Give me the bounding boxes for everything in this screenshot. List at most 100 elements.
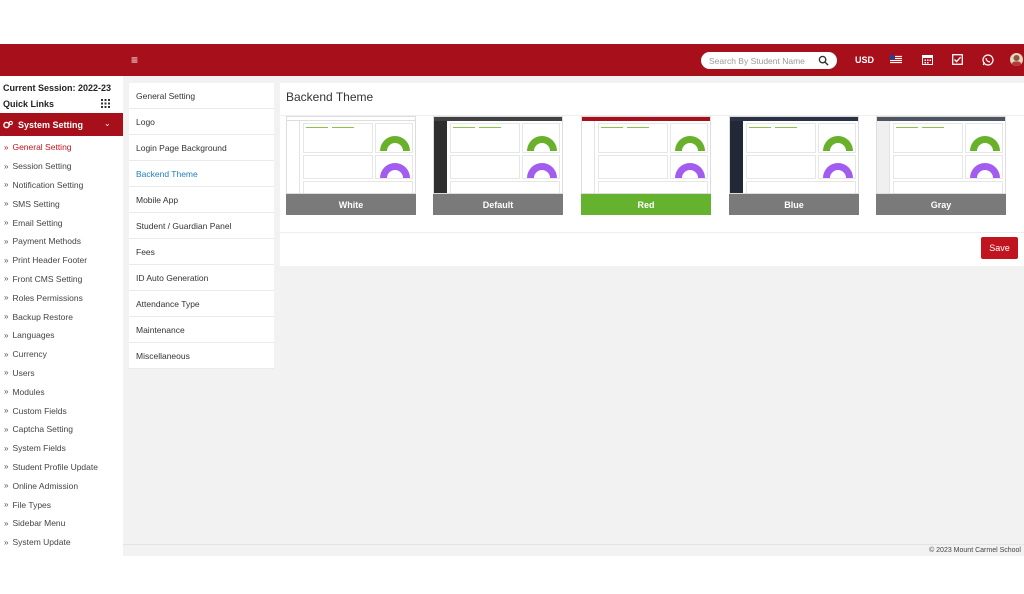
double-chevron-right-icon: » bbox=[4, 293, 9, 303]
double-chevron-right-icon: » bbox=[4, 368, 9, 378]
user-avatar[interactable] bbox=[1010, 53, 1023, 66]
theme-preview-image bbox=[876, 116, 1006, 194]
sidebar-item-label: Currency bbox=[12, 349, 47, 360]
tab-backend-theme[interactable]: Backend Theme bbox=[129, 161, 274, 187]
footer: © 2023 Mount Carmel School bbox=[123, 544, 1024, 556]
double-chevron-right-icon: » bbox=[4, 218, 9, 228]
double-chevron-right-icon: » bbox=[4, 537, 9, 547]
sidebar-item-print-header-footer[interactable]: » Print Header Footer bbox=[0, 251, 123, 270]
sidebar-item-backup-restore[interactable]: » Backup Restore bbox=[0, 307, 123, 326]
double-chevron-right-icon: » bbox=[4, 462, 9, 472]
double-chevron-right-icon: » bbox=[4, 330, 9, 340]
theme-label[interactable]: Gray bbox=[876, 194, 1006, 215]
sidebar-item-file-types[interactable]: » File Types bbox=[0, 495, 123, 514]
sidebar-item-label: Roles Permissions bbox=[12, 292, 83, 303]
theme-preview-image bbox=[286, 116, 416, 194]
sidebar-item-languages[interactable]: » Languages bbox=[0, 326, 123, 345]
sidebar-item-sms-setting[interactable]: » SMS Setting bbox=[0, 194, 123, 213]
system-setting-section[interactable]: System Setting ⌄ bbox=[0, 113, 123, 136]
sidebar-item-label: Users bbox=[12, 367, 35, 378]
tab-id-auto-generation[interactable]: ID Auto Generation bbox=[129, 265, 274, 291]
sidebar-item-system-fields[interactable]: » System Fields bbox=[0, 439, 123, 458]
task-check-icon[interactable] bbox=[951, 53, 964, 66]
sidebar-item-label: Front CMS Setting bbox=[12, 273, 83, 284]
student-search-input[interactable] bbox=[709, 54, 813, 67]
sidebar-item-email-setting[interactable]: » Email Setting bbox=[0, 213, 123, 232]
main-sidebar: Current Session: 2022-23 Quick Links Sys… bbox=[0, 76, 123, 556]
sidebar-item-label: SMS Setting bbox=[12, 198, 60, 209]
theme-label[interactable]: Blue bbox=[729, 194, 859, 215]
double-chevron-right-icon: » bbox=[4, 236, 9, 246]
double-chevron-right-icon: » bbox=[4, 142, 9, 152]
sidebar-item-captcha-setting[interactable]: » Captcha Setting bbox=[0, 420, 123, 439]
us-flag-icon[interactable] bbox=[890, 55, 902, 64]
tab-fees[interactable]: Fees bbox=[129, 239, 274, 265]
backend-theme-panel: Backend Theme White Default Red Blue Gray Sa… bbox=[280, 83, 1024, 266]
sidebar-item-online-admission[interactable]: » Online Admission bbox=[0, 476, 123, 495]
calendar-icon[interactable] bbox=[921, 53, 934, 66]
sidebar-item-label: Languages bbox=[12, 330, 55, 341]
sidebar-item-label: Modules bbox=[12, 386, 45, 397]
sidebar-item-student-profile-update[interactable]: » Student Profile Update bbox=[0, 458, 123, 477]
sidebar-item-general-setting[interactable]: » General Setting bbox=[0, 138, 123, 157]
sidebar-item-custom-fields[interactable]: » Custom Fields bbox=[0, 401, 123, 420]
sidebar-item-label: Captcha Setting bbox=[12, 424, 73, 435]
theme-option-gray[interactable]: Gray bbox=[876, 116, 1006, 215]
grid-icon[interactable] bbox=[101, 99, 110, 108]
double-chevron-right-icon: » bbox=[4, 180, 9, 190]
theme-option-default[interactable]: Default bbox=[433, 116, 563, 215]
top-navbar: ≡ USD bbox=[0, 44, 1024, 76]
double-chevron-right-icon: » bbox=[4, 387, 9, 397]
current-session[interactable]: Current Session: 2022-23 bbox=[3, 83, 111, 93]
theme-option-white[interactable]: White bbox=[286, 116, 416, 215]
double-chevron-right-icon: » bbox=[4, 199, 9, 209]
double-chevron-right-icon: » bbox=[4, 161, 9, 171]
sidebar-item-label: Payment Methods bbox=[12, 236, 81, 247]
theme-label[interactable]: White bbox=[286, 194, 416, 215]
sidebar-item-roles-permissions[interactable]: » Roles Permissions bbox=[0, 288, 123, 307]
double-chevron-right-icon: » bbox=[4, 312, 9, 322]
sidebar-item-users[interactable]: » Users bbox=[0, 364, 123, 383]
sidebar-item-label: Custom Fields bbox=[12, 405, 67, 416]
sidebar-item-sidebar-menu[interactable]: » Sidebar Menu bbox=[0, 514, 123, 533]
sidebar-item-payment-methods[interactable]: » Payment Methods bbox=[0, 232, 123, 251]
theme-label[interactable]: Default bbox=[433, 194, 563, 215]
double-chevron-right-icon: » bbox=[4, 274, 9, 284]
theme-option-blue[interactable]: Blue bbox=[729, 116, 859, 215]
whatsapp-icon[interactable] bbox=[981, 53, 994, 66]
system-setting-label: System Setting bbox=[18, 120, 84, 130]
quick-links-label: Quick Links bbox=[3, 99, 55, 109]
theme-option-red[interactable]: Red bbox=[581, 116, 711, 215]
sidebar-item-front-cms-setting[interactable]: » Front CMS Setting bbox=[0, 270, 123, 289]
system-setting-submenu: » General Setting» Session Setting» Notific… bbox=[0, 138, 123, 552]
sidebar-item-label: Email Setting bbox=[12, 217, 63, 228]
currency-selector[interactable]: USD bbox=[855, 55, 874, 65]
sidebar-item-modules[interactable]: » Modules bbox=[0, 382, 123, 401]
save-button[interactable]: Save bbox=[981, 237, 1018, 259]
sidebar-item-notification-setting[interactable]: » Notification Setting bbox=[0, 176, 123, 195]
tab-mobile-app[interactable]: Mobile App bbox=[129, 187, 274, 213]
search-icon[interactable] bbox=[818, 55, 829, 66]
tab-miscellaneous[interactable]: Miscellaneous bbox=[129, 343, 274, 369]
sidebar-item-label: Backup Restore bbox=[12, 311, 73, 322]
app-window: ≡ USD Current Session: 2022-23 Quick Lin… bbox=[0, 44, 1024, 556]
tab-login-page-background[interactable]: Login Page Background bbox=[129, 135, 274, 161]
double-chevron-right-icon: » bbox=[4, 406, 9, 416]
sidebar-item-label: System Update bbox=[12, 537, 71, 548]
theme-label[interactable]: Red bbox=[581, 194, 711, 215]
theme-preview-image bbox=[433, 116, 563, 194]
tab-logo[interactable]: Logo bbox=[129, 109, 274, 135]
sidebar-item-system-update[interactable]: » System Update bbox=[0, 533, 123, 552]
tab-attendance-type[interactable]: Attendance Type bbox=[129, 291, 274, 317]
double-chevron-right-icon: » bbox=[4, 443, 9, 453]
menu-toggle-icon[interactable]: ≡ bbox=[131, 53, 143, 67]
double-chevron-right-icon: » bbox=[4, 424, 9, 434]
tab-general-setting[interactable]: General Setting bbox=[129, 83, 274, 109]
sidebar-item-session-setting[interactable]: » Session Setting bbox=[0, 157, 123, 176]
tab-student-guardian-panel[interactable]: Student / Guardian Panel bbox=[129, 213, 274, 239]
double-chevron-right-icon: » bbox=[4, 481, 9, 491]
sidebar-item-currency[interactable]: » Currency bbox=[0, 345, 123, 364]
tab-maintenance[interactable]: Maintenance bbox=[129, 317, 274, 343]
sidebar-item-label: Notification Setting bbox=[12, 179, 84, 190]
theme-preview-image bbox=[581, 116, 711, 194]
